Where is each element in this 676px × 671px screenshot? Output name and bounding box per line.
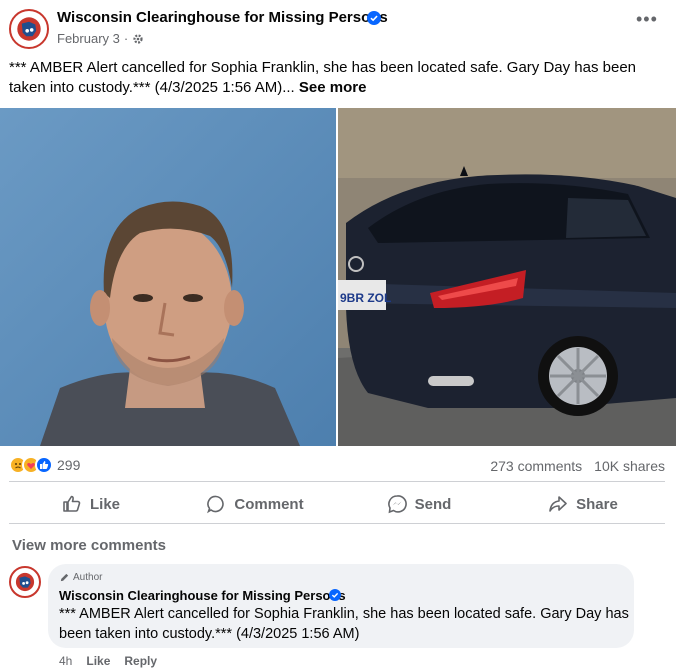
- comment-reply-button[interactable]: Reply: [124, 654, 157, 668]
- post-meta: February 3 ·: [57, 31, 144, 46]
- comment-time[interactable]: 4h: [59, 654, 72, 668]
- reaction-count: 299: [57, 457, 81, 473]
- share-label: Share: [576, 495, 618, 513]
- more-options-icon[interactable]: •••: [636, 10, 658, 28]
- reactions-summary[interactable]: 299: [9, 456, 80, 474]
- gear-icon: [133, 33, 143, 44]
- post-photo-mugshot[interactable]: [0, 108, 336, 446]
- post-photo-vehicle[interactable]: 9BR ZOL: [338, 108, 676, 446]
- post-action-bar: Like Comment Send Share: [9, 487, 665, 521]
- mugshot-image: [0, 108, 336, 446]
- comment-button[interactable]: Comment: [173, 487, 337, 521]
- divider-top: [9, 481, 665, 482]
- page-logo-icon: [13, 570, 37, 594]
- comment-avatar[interactable]: [9, 566, 41, 598]
- license-plate: 9BR ZOL: [340, 291, 391, 305]
- comment-text: *** AMBER Alert cancelled for Sophia Fra…: [59, 606, 629, 642]
- like-label: Like: [89, 495, 120, 513]
- author-badge: Author: [59, 572, 102, 583]
- vehicle-image: 9BR ZOL: [338, 108, 676, 446]
- page-name-link[interactable]: Wisconsin Clearinghouse for Missing Pers…: [57, 9, 388, 26]
- verified-badge-icon: [329, 589, 341, 601]
- post-date[interactable]: February 3: [57, 31, 120, 46]
- author-badge-label: Author: [73, 572, 103, 583]
- see-more-link[interactable]: See more: [299, 79, 367, 96]
- post-text: *** AMBER Alert cancelled for Sophia Fra…: [9, 58, 669, 98]
- send-label: Send: [414, 495, 452, 513]
- shares-count[interactable]: 10K shares: [594, 458, 665, 474]
- divider-bottom: [9, 523, 665, 524]
- share-button[interactable]: Share: [501, 487, 665, 521]
- comment-actions: 4h Like Reply: [59, 654, 157, 668]
- like-button[interactable]: Like: [9, 487, 173, 521]
- send-button[interactable]: Send: [337, 487, 501, 521]
- view-more-comments-link[interactable]: View more comments: [12, 537, 166, 554]
- comment-label: Comment: [234, 495, 304, 513]
- thumbs-up-icon: [63, 495, 81, 512]
- engagement-stats: 273 comments 10K shares: [490, 458, 665, 474]
- share-arrow-icon: [549, 496, 567, 512]
- page-logo-icon: [13, 13, 45, 45]
- page-avatar[interactable]: [9, 9, 49, 49]
- meta-separator: ·: [123, 31, 129, 46]
- comment-icon: [207, 495, 225, 514]
- messenger-icon: [387, 495, 407, 514]
- comment-like-button[interactable]: Like: [86, 654, 110, 668]
- comment-author-name[interactable]: Wisconsin Clearinghouse for Missing Pers…: [59, 588, 346, 603]
- like-icon: [35, 456, 53, 474]
- pencil-icon: [60, 573, 69, 582]
- comments-count[interactable]: 273 comments: [490, 458, 582, 474]
- verified-badge-icon: [367, 11, 381, 25]
